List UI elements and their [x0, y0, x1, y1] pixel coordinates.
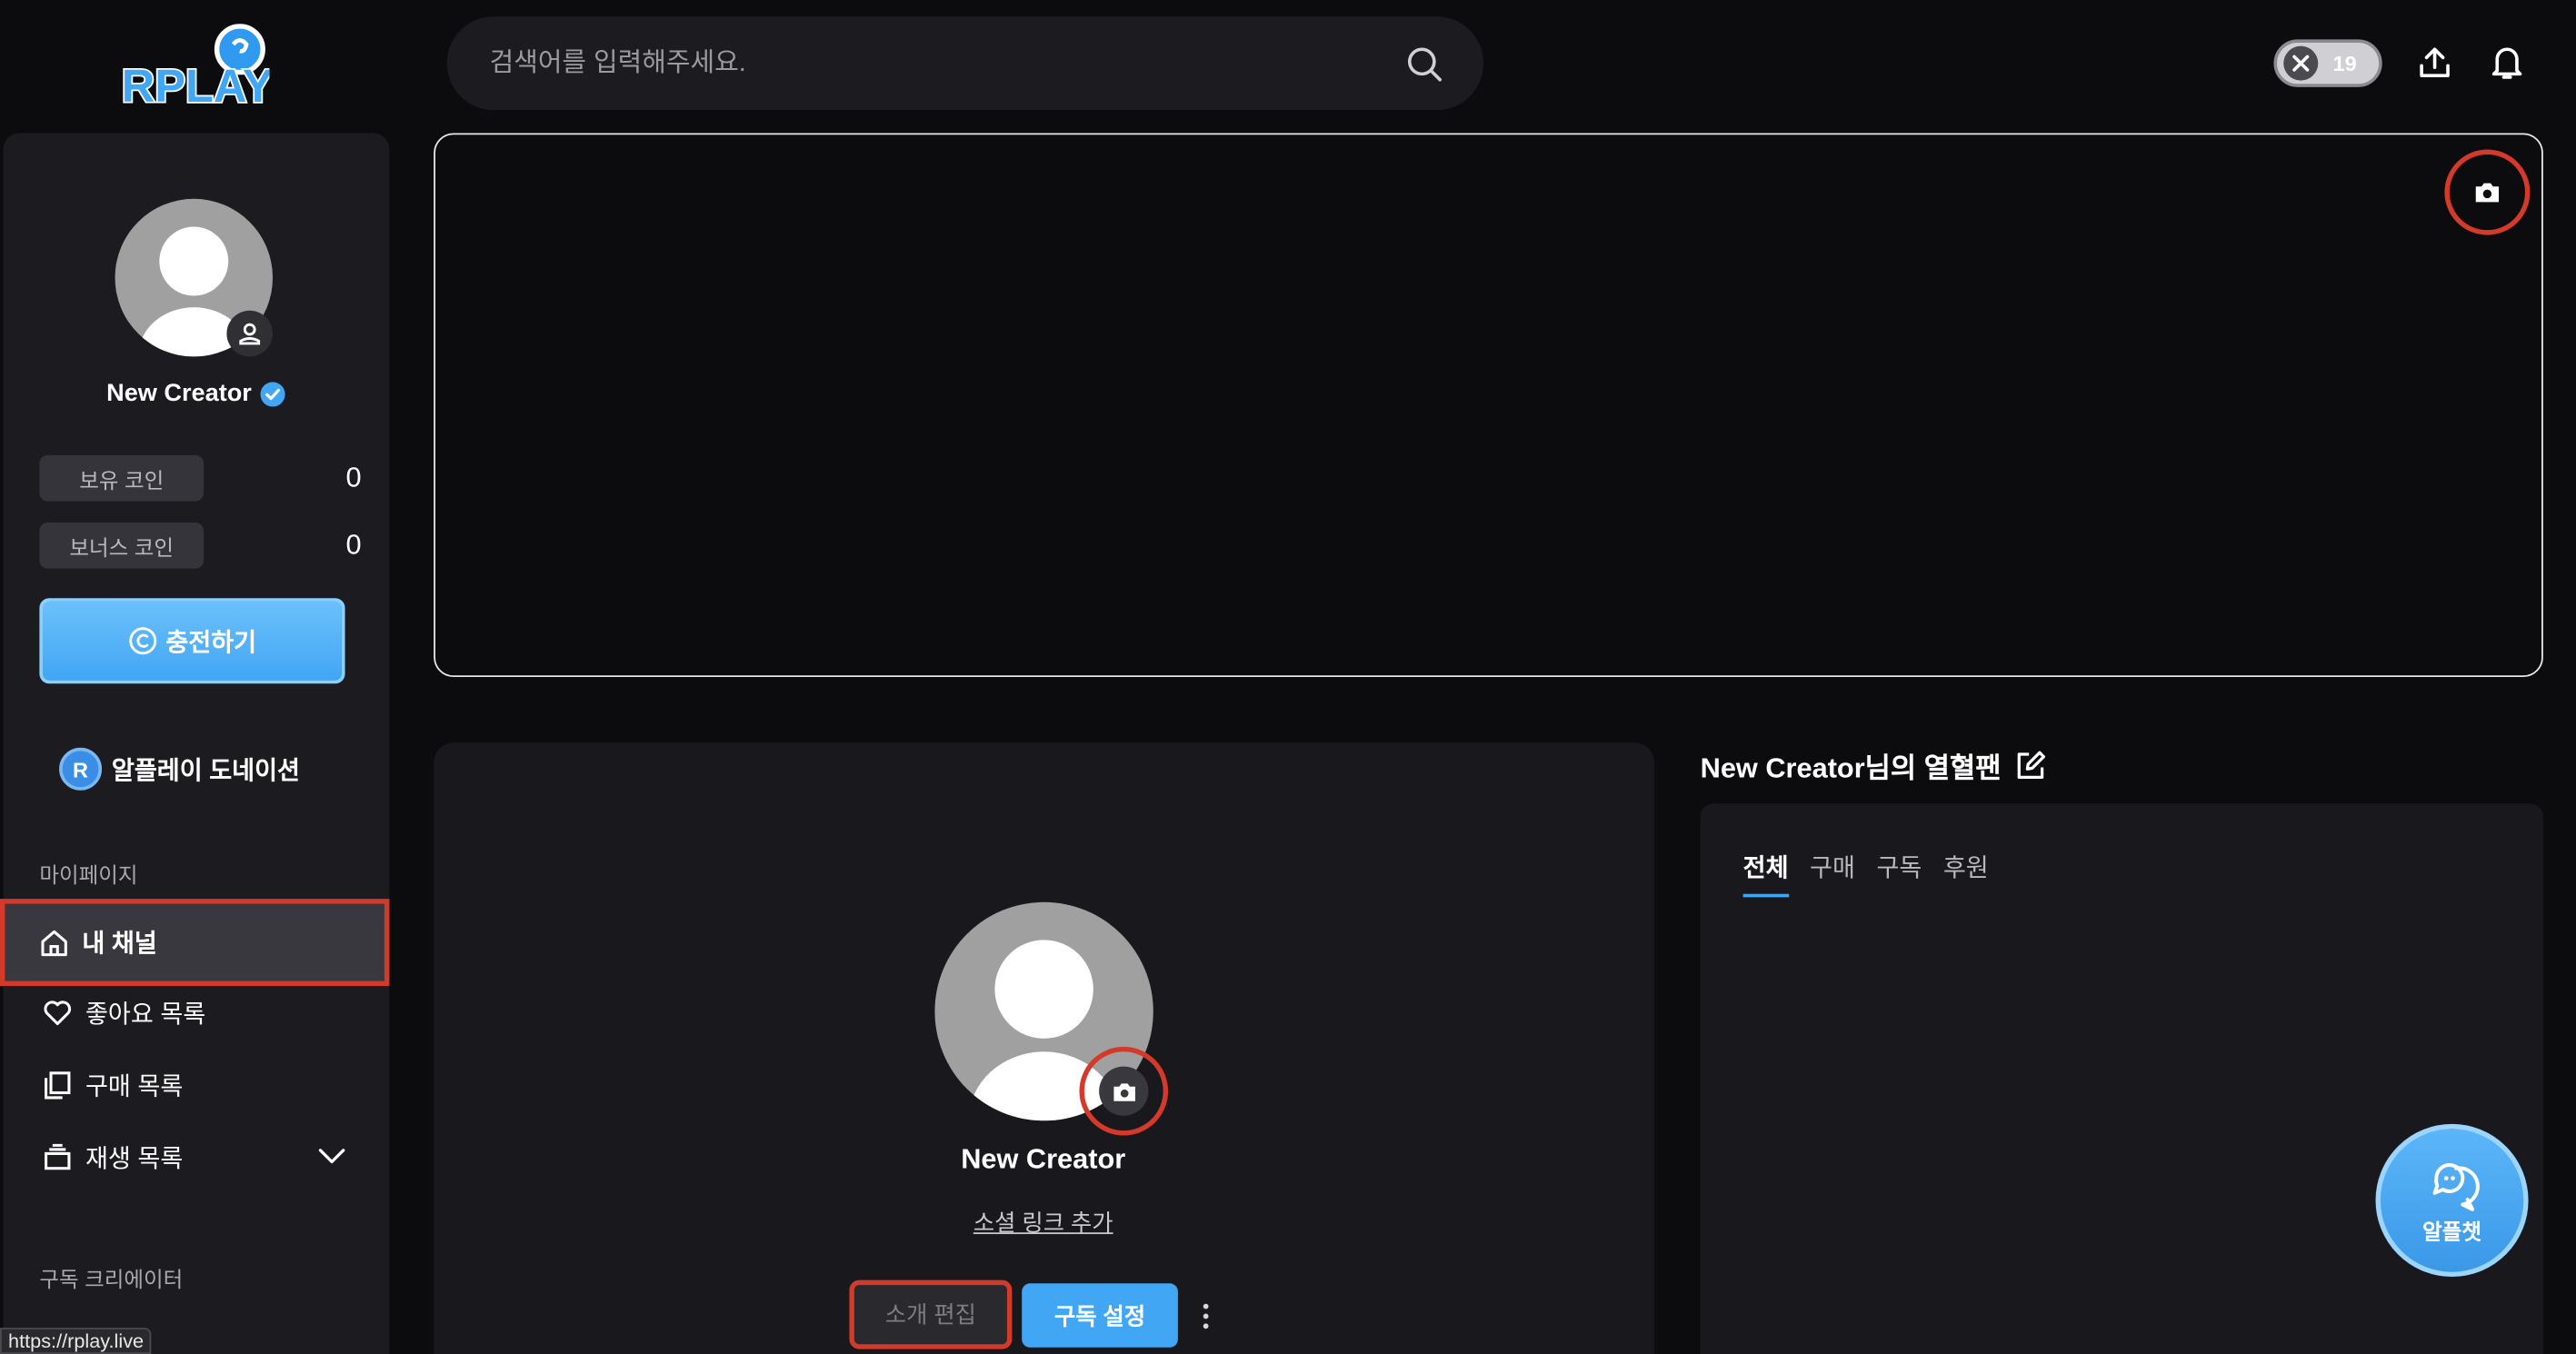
search-input[interactable] [489, 48, 1405, 78]
upload-icon [2420, 47, 2450, 77]
chevron-down-icon[interactable] [317, 1140, 347, 1170]
close-icon [2283, 45, 2319, 81]
coin-label: 보너스 코인 [39, 523, 205, 569]
user-name-text: New Creator [106, 379, 252, 408]
sidebar-item-label: 구매 목록 [85, 1071, 184, 1100]
notifications-button[interactable] [2484, 39, 2531, 85]
sidebar-item-likes[interactable]: 좋아요 목록 [4, 976, 390, 1049]
heart-icon [44, 1001, 72, 1026]
tab-all[interactable]: 전체 [1742, 850, 1789, 898]
tab-donation[interactable]: 후원 [1943, 850, 1989, 897]
donation-badge: R [59, 747, 103, 791]
tab-subscribe[interactable]: 구독 [1876, 850, 1922, 897]
chat-icon [2431, 1163, 2479, 1211]
edit-icon[interactable] [2014, 749, 2047, 782]
search-icon[interactable] [1404, 44, 1443, 83]
coin-value: 0 [345, 529, 362, 561]
profile-edit-badge[interactable] [226, 310, 274, 357]
charge-label: 충전하기 [165, 628, 257, 657]
donation-label: 알플레이 도네이션 [111, 756, 300, 785]
chat-label: 알플챗 [2422, 1219, 2481, 1244]
coin-row-owned: 보유 코인 0 [39, 454, 362, 502]
sidebar-item-label: 내 채널 [82, 930, 157, 959]
edit-intro-button[interactable]: 소개 편집 [849, 1279, 1013, 1349]
add-social-link[interactable]: 소셜 링크 추가 [879, 1206, 1207, 1239]
coin-icon [129, 627, 157, 655]
camera-icon [2475, 183, 2500, 203]
verified-icon [260, 381, 285, 406]
chat-button[interactable]: 알플챗 [2375, 1123, 2529, 1278]
fans-title: New Creator님의 열혈팬 [1701, 744, 2048, 785]
playlist-icon [45, 1143, 71, 1170]
logo-text: RPLAY [122, 60, 270, 112]
tab-purchase[interactable]: 구매 [1810, 850, 1855, 897]
user-name: New Creator [4, 379, 390, 408]
fans-title-text: New Creator님의 열혈팬 [1700, 752, 2002, 784]
sidebar-item-my-channel[interactable]: 내 채널 [0, 899, 390, 986]
donation-link[interactable]: R 알플레이 도네이션 [59, 747, 300, 791]
adult-content-toggle[interactable]: 19 [2273, 39, 2382, 87]
rplay-logo[interactable]: RPLAY [118, 20, 269, 112]
channel-banner[interactable] [434, 133, 2543, 678]
coin-row-bonus: 보너스 코인 0 [39, 523, 362, 569]
fans-tabs: 전체 구매 구독 후원 [1742, 850, 1989, 898]
coin-label: 보유 코인 [39, 454, 205, 502]
status-url-tooltip: https://rplay.live [0, 1328, 153, 1354]
profile-name: New Creator [961, 1143, 1126, 1175]
section-label-mypage: 마이페이지 [39, 862, 138, 888]
more-vertical-icon [1203, 1303, 1209, 1329]
bell-icon [2491, 47, 2522, 79]
sidebar: New Creator 보유 코인 0 보너스 코인 0 충전하기 R 알플레이… [0, 133, 390, 1354]
upload-button[interactable] [2411, 39, 2458, 85]
adult-badge-number: 19 [2332, 51, 2357, 76]
sidebar-item-purchases[interactable]: 구매 목록 [4, 1049, 390, 1121]
sidebar-item-label: 좋아요 목록 [85, 1000, 206, 1029]
sidebar-item-playlists[interactable]: 재생 목록 [4, 1120, 390, 1193]
search-bar[interactable] [446, 16, 1484, 111]
person-icon [239, 323, 261, 345]
section-label-subscribed: 구독 크리에이터 [39, 1267, 184, 1292]
home-icon [41, 929, 67, 956]
more-options-button[interactable] [1193, 1299, 1219, 1335]
charge-button[interactable]: 충전하기 [39, 598, 345, 684]
banner-camera-button[interactable] [2444, 149, 2531, 235]
camera-icon [1113, 1082, 1135, 1100]
profile-camera-button[interactable] [1079, 1046, 1169, 1136]
sidebar-item-label: 재생 목록 [85, 1144, 184, 1173]
coin-value: 0 [345, 462, 362, 493]
copy-icon [45, 1071, 71, 1100]
subscription-settings-button[interactable]: 구독 설정 [1022, 1283, 1178, 1348]
